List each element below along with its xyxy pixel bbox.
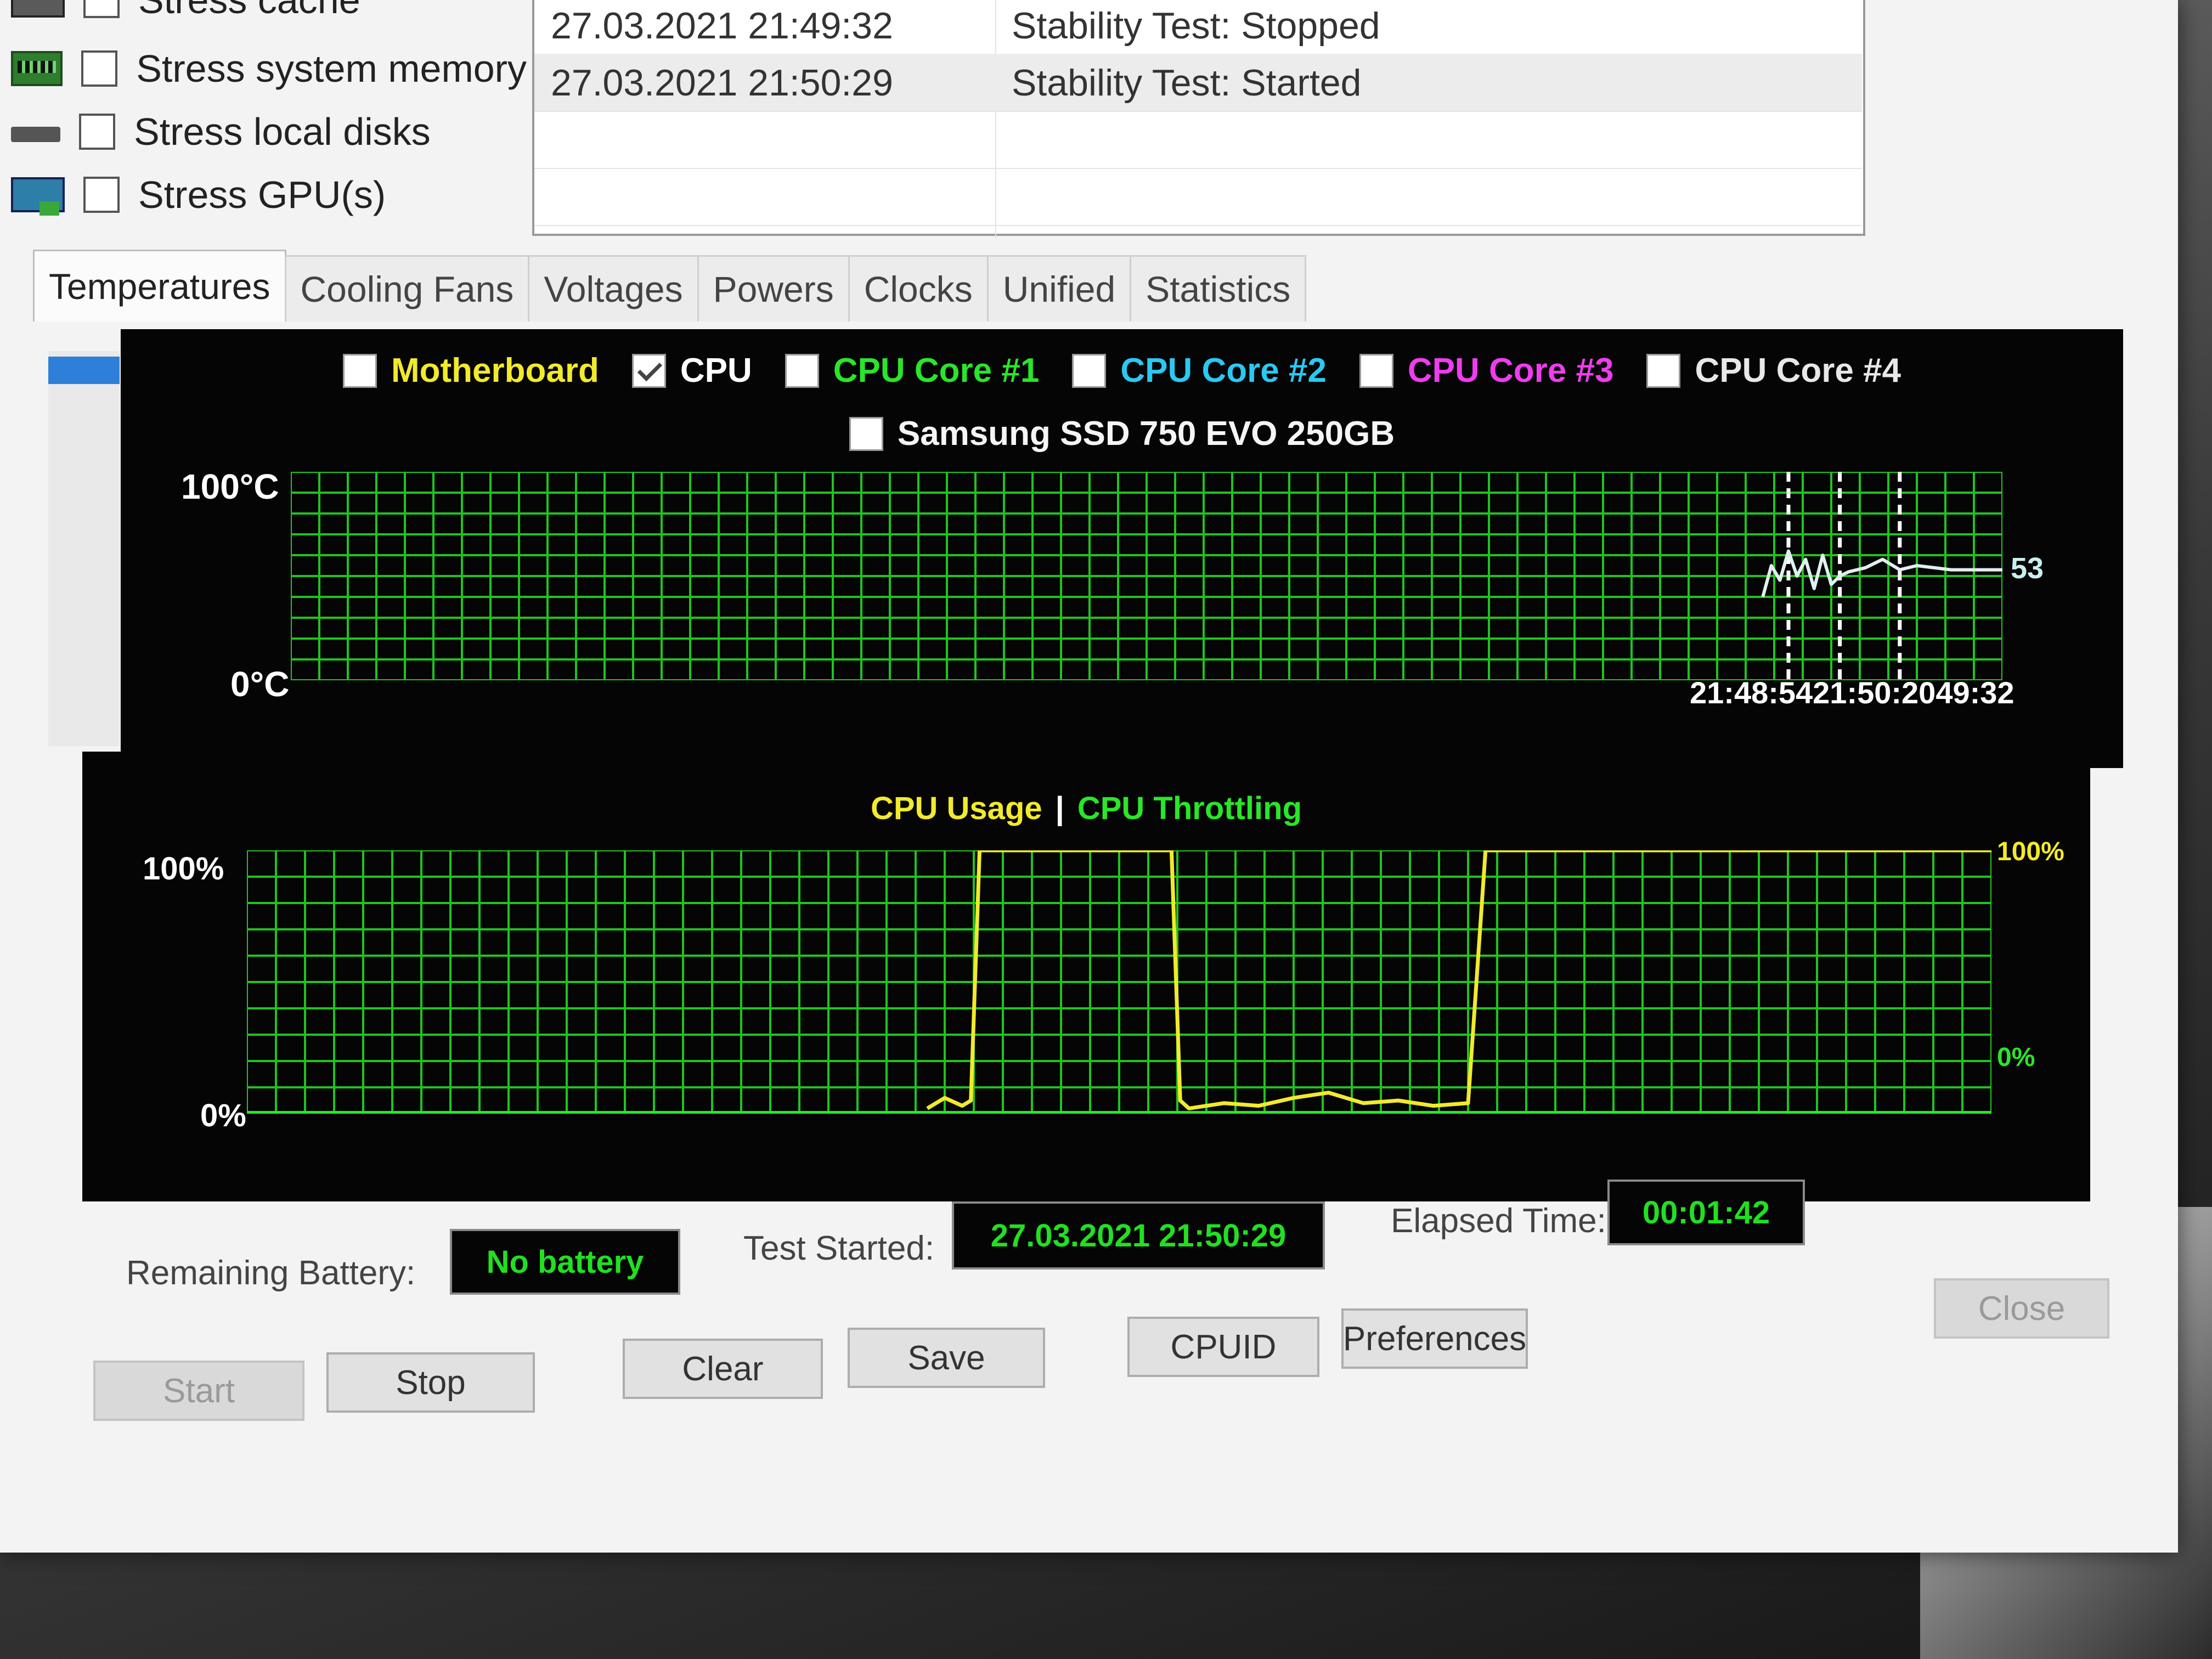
temperature-chart-panel: Motherboard CPU CPU Core #1 CPU Core #2 … [121, 329, 2123, 768]
cache-icon [11, 0, 65, 18]
legend-cpu-core-2-label: CPU Core #2 [1120, 352, 1327, 390]
stress-memory-checkbox[interactable] [81, 50, 118, 87]
memory-icon [11, 51, 63, 86]
stress-disks-checkbox[interactable] [79, 114, 115, 150]
stress-memory-option[interactable]: Stress system memory [11, 41, 527, 96]
stress-gpu-option[interactable]: Stress GPU(s) [11, 167, 527, 222]
legend-cpu-core-4-checkbox[interactable] [1646, 353, 1681, 388]
legend-motherboard-checkbox[interactable] [342, 353, 377, 388]
tab-powers[interactable]: Powers [697, 255, 850, 321]
elapsed-time-label: Elapsed Time: [1391, 1202, 1606, 1240]
tab-temperatures[interactable]: Temperatures [33, 250, 286, 321]
legend-cpu-core-4[interactable]: CPU Core #4 [1646, 351, 1901, 390]
log-row-empty [534, 168, 1862, 226]
legend-motherboard[interactable]: Motherboard [342, 351, 599, 390]
tab-bar: Temperatures Cooling Fans Voltages Power… [33, 250, 1307, 326]
stress-disks-label: Stress local disks [134, 110, 431, 153]
sensor-list-scroll[interactable] [48, 351, 120, 746]
tab-unified[interactable]: Unified [986, 255, 1132, 321]
legend-cpu-checkbox[interactable] [631, 353, 666, 388]
legend-cpu[interactable]: CPU [631, 351, 752, 390]
title-separator: | [1055, 791, 1064, 826]
cpu-throttling-title: CPU Throttling [1077, 791, 1302, 826]
legend-cpu-core-3[interactable]: CPU Core #3 [1359, 351, 1614, 390]
legend-ssd-label: Samsung SSD 750 EVO 250GB [897, 415, 1395, 453]
remaining-battery-value: No battery [450, 1229, 680, 1295]
tab-cooling-fans[interactable]: Cooling Fans [284, 255, 530, 321]
stress-cache-label: Stress cache [138, 0, 360, 21]
remaining-battery-label: Remaining Battery: [126, 1254, 416, 1292]
legend-cpu-core-3-label: CPU Core #3 [1407, 352, 1614, 390]
stress-gpu-checkbox[interactable] [83, 177, 120, 213]
stability-test-window: Stress cache Stress system memory Stress… [0, 0, 2178, 1553]
legend-ssd[interactable]: Samsung SSD 750 EVO 250GB [849, 414, 1395, 453]
usage-right-min-label: 0% [1997, 1043, 2035, 1072]
log-time: 27.03.2021 21:50:29 [551, 62, 893, 104]
stress-gpu-label: Stress GPU(s) [138, 173, 386, 216]
log-message: Stability Test: Started [1012, 62, 1362, 104]
sensor-selection-marker [48, 357, 120, 384]
usage-right-max-label: 100% [1997, 837, 2064, 866]
temperature-legend-row2: Samsung SSD 750 EVO 250GB [121, 414, 2123, 453]
cpu-usage-plot [247, 850, 1991, 1114]
event-log[interactable]: 27.03.2021 21:49:32 Stability Test: Stop… [532, 0, 1865, 238]
gpu-icon [11, 177, 65, 216]
log-time: 27.03.2021 21:49:32 [551, 5, 893, 47]
legend-cpu-label: CPU [680, 352, 752, 390]
stress-cache-option[interactable]: Stress cache [11, 0, 527, 27]
legend-cpu-core-1-checkbox[interactable] [785, 353, 819, 388]
stress-disks-option[interactable]: Stress local disks [11, 104, 527, 159]
stress-cache-checkbox[interactable] [83, 0, 120, 18]
save-button[interactable]: Save [848, 1328, 1045, 1388]
close-button[interactable]: Close [1934, 1278, 2109, 1339]
tab-statistics[interactable]: Statistics [1130, 255, 1307, 321]
cpu-usage-chart-panel: CPU Usage | CPU Throttling 100% 0% 100% 0% [82, 752, 2090, 1201]
stress-options: Stress cache Stress system memory Stress… [0, 0, 527, 230]
stress-memory-label: Stress system memory [136, 47, 527, 90]
temperature-plot [291, 472, 2002, 680]
cpuid-button[interactable]: CPUID [1127, 1317, 1319, 1377]
legend-cpu-core-2-checkbox[interactable] [1072, 353, 1107, 388]
log-message: Stability Test: Stopped [1012, 5, 1380, 47]
temp-y-min-label: 0°C [230, 664, 290, 704]
temperature-legend: Motherboard CPU CPU Core #1 CPU Core #2 … [121, 351, 2123, 390]
test-started-value: 27.03.2021 21:50:29 [952, 1201, 1325, 1269]
usage-chart-title: CPU Usage | CPU Throttling [82, 790, 2090, 827]
tab-voltages[interactable]: Voltages [528, 255, 699, 321]
start-button[interactable]: Start [93, 1361, 304, 1421]
temp-y-max-label: 100°C [181, 467, 279, 506]
tab-clocks[interactable]: Clocks [848, 255, 989, 321]
preferences-button[interactable]: Preferences [1341, 1308, 1528, 1369]
series-line-cpu-usage [926, 850, 1991, 1110]
legend-ssd-checkbox[interactable] [849, 416, 883, 451]
cpu-usage-title: CPU Usage [870, 791, 1042, 826]
series-line-cpu-temperature [1761, 549, 2002, 597]
temp-current-value: 53 [2011, 552, 2044, 585]
elapsed-time-value: 00:01:42 [1607, 1180, 1805, 1245]
legend-cpu-core-3-checkbox[interactable] [1359, 353, 1393, 388]
usage-y-min-label: 0% [200, 1098, 246, 1133]
legend-cpu-core-2[interactable]: CPU Core #2 [1072, 351, 1327, 390]
legend-cpu-core-1[interactable]: CPU Core #1 [785, 351, 1040, 390]
stop-button[interactable]: Stop [326, 1352, 535, 1413]
log-row[interactable]: 27.03.2021 21:49:32 Stability Test: Stop… [534, 0, 1862, 55]
legend-motherboard-label: Motherboard [391, 352, 599, 390]
test-started-label: Test Started: [743, 1229, 935, 1267]
log-row[interactable]: 27.03.2021 21:50:29 Stability Test: Star… [534, 54, 1862, 112]
log-row-empty [534, 111, 1862, 169]
clear-button[interactable]: Clear [623, 1339, 823, 1399]
temp-time-labels: 21:48:5421:50:2049:32 [1690, 675, 2015, 710]
disk-icon [11, 127, 60, 142]
legend-cpu-core-4-label: CPU Core #4 [1695, 352, 1901, 390]
usage-y-max-label: 100% [143, 851, 224, 887]
legend-cpu-core-1-label: CPU Core #1 [833, 352, 1040, 390]
